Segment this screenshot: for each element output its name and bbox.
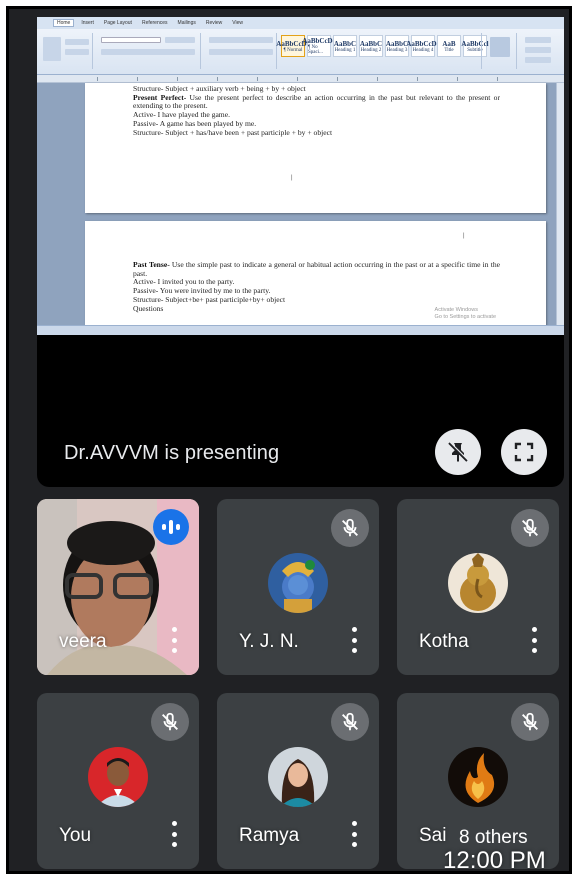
text-cursor: | (291, 175, 293, 181)
avatar-flame-picture (448, 747, 508, 807)
mic-off-icon (511, 509, 549, 547)
ruler (37, 75, 564, 83)
doc-line: Past Tense- Use the simple past to indic… (133, 260, 500, 278)
fullscreen-icon (514, 442, 534, 462)
mic-off-icon (331, 509, 369, 547)
paragraph-group (205, 33, 277, 69)
mic-off-icon (331, 703, 369, 741)
more-options-button[interactable] (349, 627, 359, 653)
editing-group (521, 33, 555, 69)
document-page-2: | Past Tense- Use the simple past to ind… (85, 221, 546, 329)
clock-time: 12:00 PM (443, 847, 546, 874)
participant-name: Kotha (419, 631, 469, 652)
page-number-mark: | (463, 233, 465, 239)
mic-off-icon (151, 703, 189, 741)
ribbon-tabs: Home Insert Page Layout References Maili… (37, 17, 564, 29)
participant-tile-veera[interactable]: veera (37, 499, 199, 675)
ribbon-tab-home: Home (53, 19, 75, 27)
participant-tile-yjn[interactable]: Y. J. N. (217, 499, 379, 675)
style-heading-1[interactable]: AaBbC Heading 1 (333, 35, 357, 57)
participant-name: You (59, 825, 92, 846)
fullscreen-button[interactable] (501, 429, 547, 475)
speaking-indicator (153, 509, 189, 545)
font-group (97, 33, 201, 69)
doc-line: Structure- Subject+be+ past participle+b… (133, 294, 286, 304)
participant-name: Y. J. N. (239, 631, 299, 652)
style-heading-4[interactable]: AaBbCcDc Heading 4 (406, 35, 440, 57)
ribbon-tab-review: Review (205, 20, 223, 26)
participant-tile-you[interactable]: You (37, 693, 199, 869)
doc-line: Structure- Subject + has/have been + pas… (133, 127, 333, 137)
style-title[interactable]: AaB Title (437, 35, 461, 57)
page-2-text: Past Tense- Use the simple past to indic… (133, 260, 500, 313)
participant-tile-sai[interactable]: Sai 8 others (397, 693, 559, 869)
document-status-bar (37, 325, 564, 335)
avatar-man-portrait (88, 747, 148, 807)
styles-gallery: AaBbCcDc ¶ Normal AaBbCcDc ¶ No Spaci... A… (276, 35, 489, 57)
unpin-button[interactable] (435, 429, 481, 475)
participant-name: Ramya (239, 825, 300, 846)
participant-name: veera (59, 631, 107, 652)
avatar-woman-portrait (268, 747, 328, 807)
ribbon-tab-view: View (232, 20, 244, 26)
style-heading-2[interactable]: AaBbC Heading 2 (359, 35, 383, 57)
ribbon-tab-mailings: Mailings (177, 20, 196, 26)
ribbon-tab-references: References (141, 20, 168, 26)
more-options-button[interactable] (349, 821, 359, 847)
shared-word-document: Home Insert Page Layout References Maili… (37, 17, 564, 335)
participant-tile-ramya[interactable]: Ramya (217, 693, 379, 869)
ribbon-toolbar: AaBbCcDc ¶ Normal AaBbCcDc ¶ No Spaci... A… (37, 29, 564, 75)
more-options-button[interactable] (529, 627, 539, 653)
meet-window: Home Insert Page Layout References Maili… (6, 6, 572, 874)
presenter-label: Dr.AVVVM is presenting (64, 442, 280, 464)
clipboard-group (39, 33, 93, 69)
participant-name: Sai (419, 825, 447, 846)
page-1-text: Structure- Subject + auxiliary verb + be… (133, 84, 500, 137)
others-count[interactable]: 8 others (459, 827, 528, 849)
doc-line: Present Perfect- Use the present perfect… (133, 92, 500, 111)
document-page-1: Structure- Subject + auxiliary verb + be… (85, 83, 546, 213)
unpin-icon (448, 441, 469, 462)
style-no-spacing[interactable]: AaBbCcDc ¶ No Spaci... (302, 35, 336, 57)
mic-off-icon (511, 703, 549, 741)
avatar-ganesha-statue (448, 553, 508, 613)
document-scrollbar[interactable] (556, 83, 564, 325)
avatar-krishna-picture (268, 553, 328, 613)
more-options-button[interactable] (169, 627, 179, 653)
presentation-panel: Home Insert Page Layout References Maili… (37, 17, 564, 487)
ribbon-tab-page-layout: Page Layout (103, 20, 132, 26)
ribbon-tab-insert: Insert (81, 20, 94, 26)
participant-tile-kotha[interactable]: Kotha (397, 499, 559, 675)
change-styles-group (481, 33, 517, 69)
activate-windows-watermark: Activate Windows Go to Settings to activ… (434, 307, 496, 320)
more-options-button[interactable] (169, 821, 179, 847)
